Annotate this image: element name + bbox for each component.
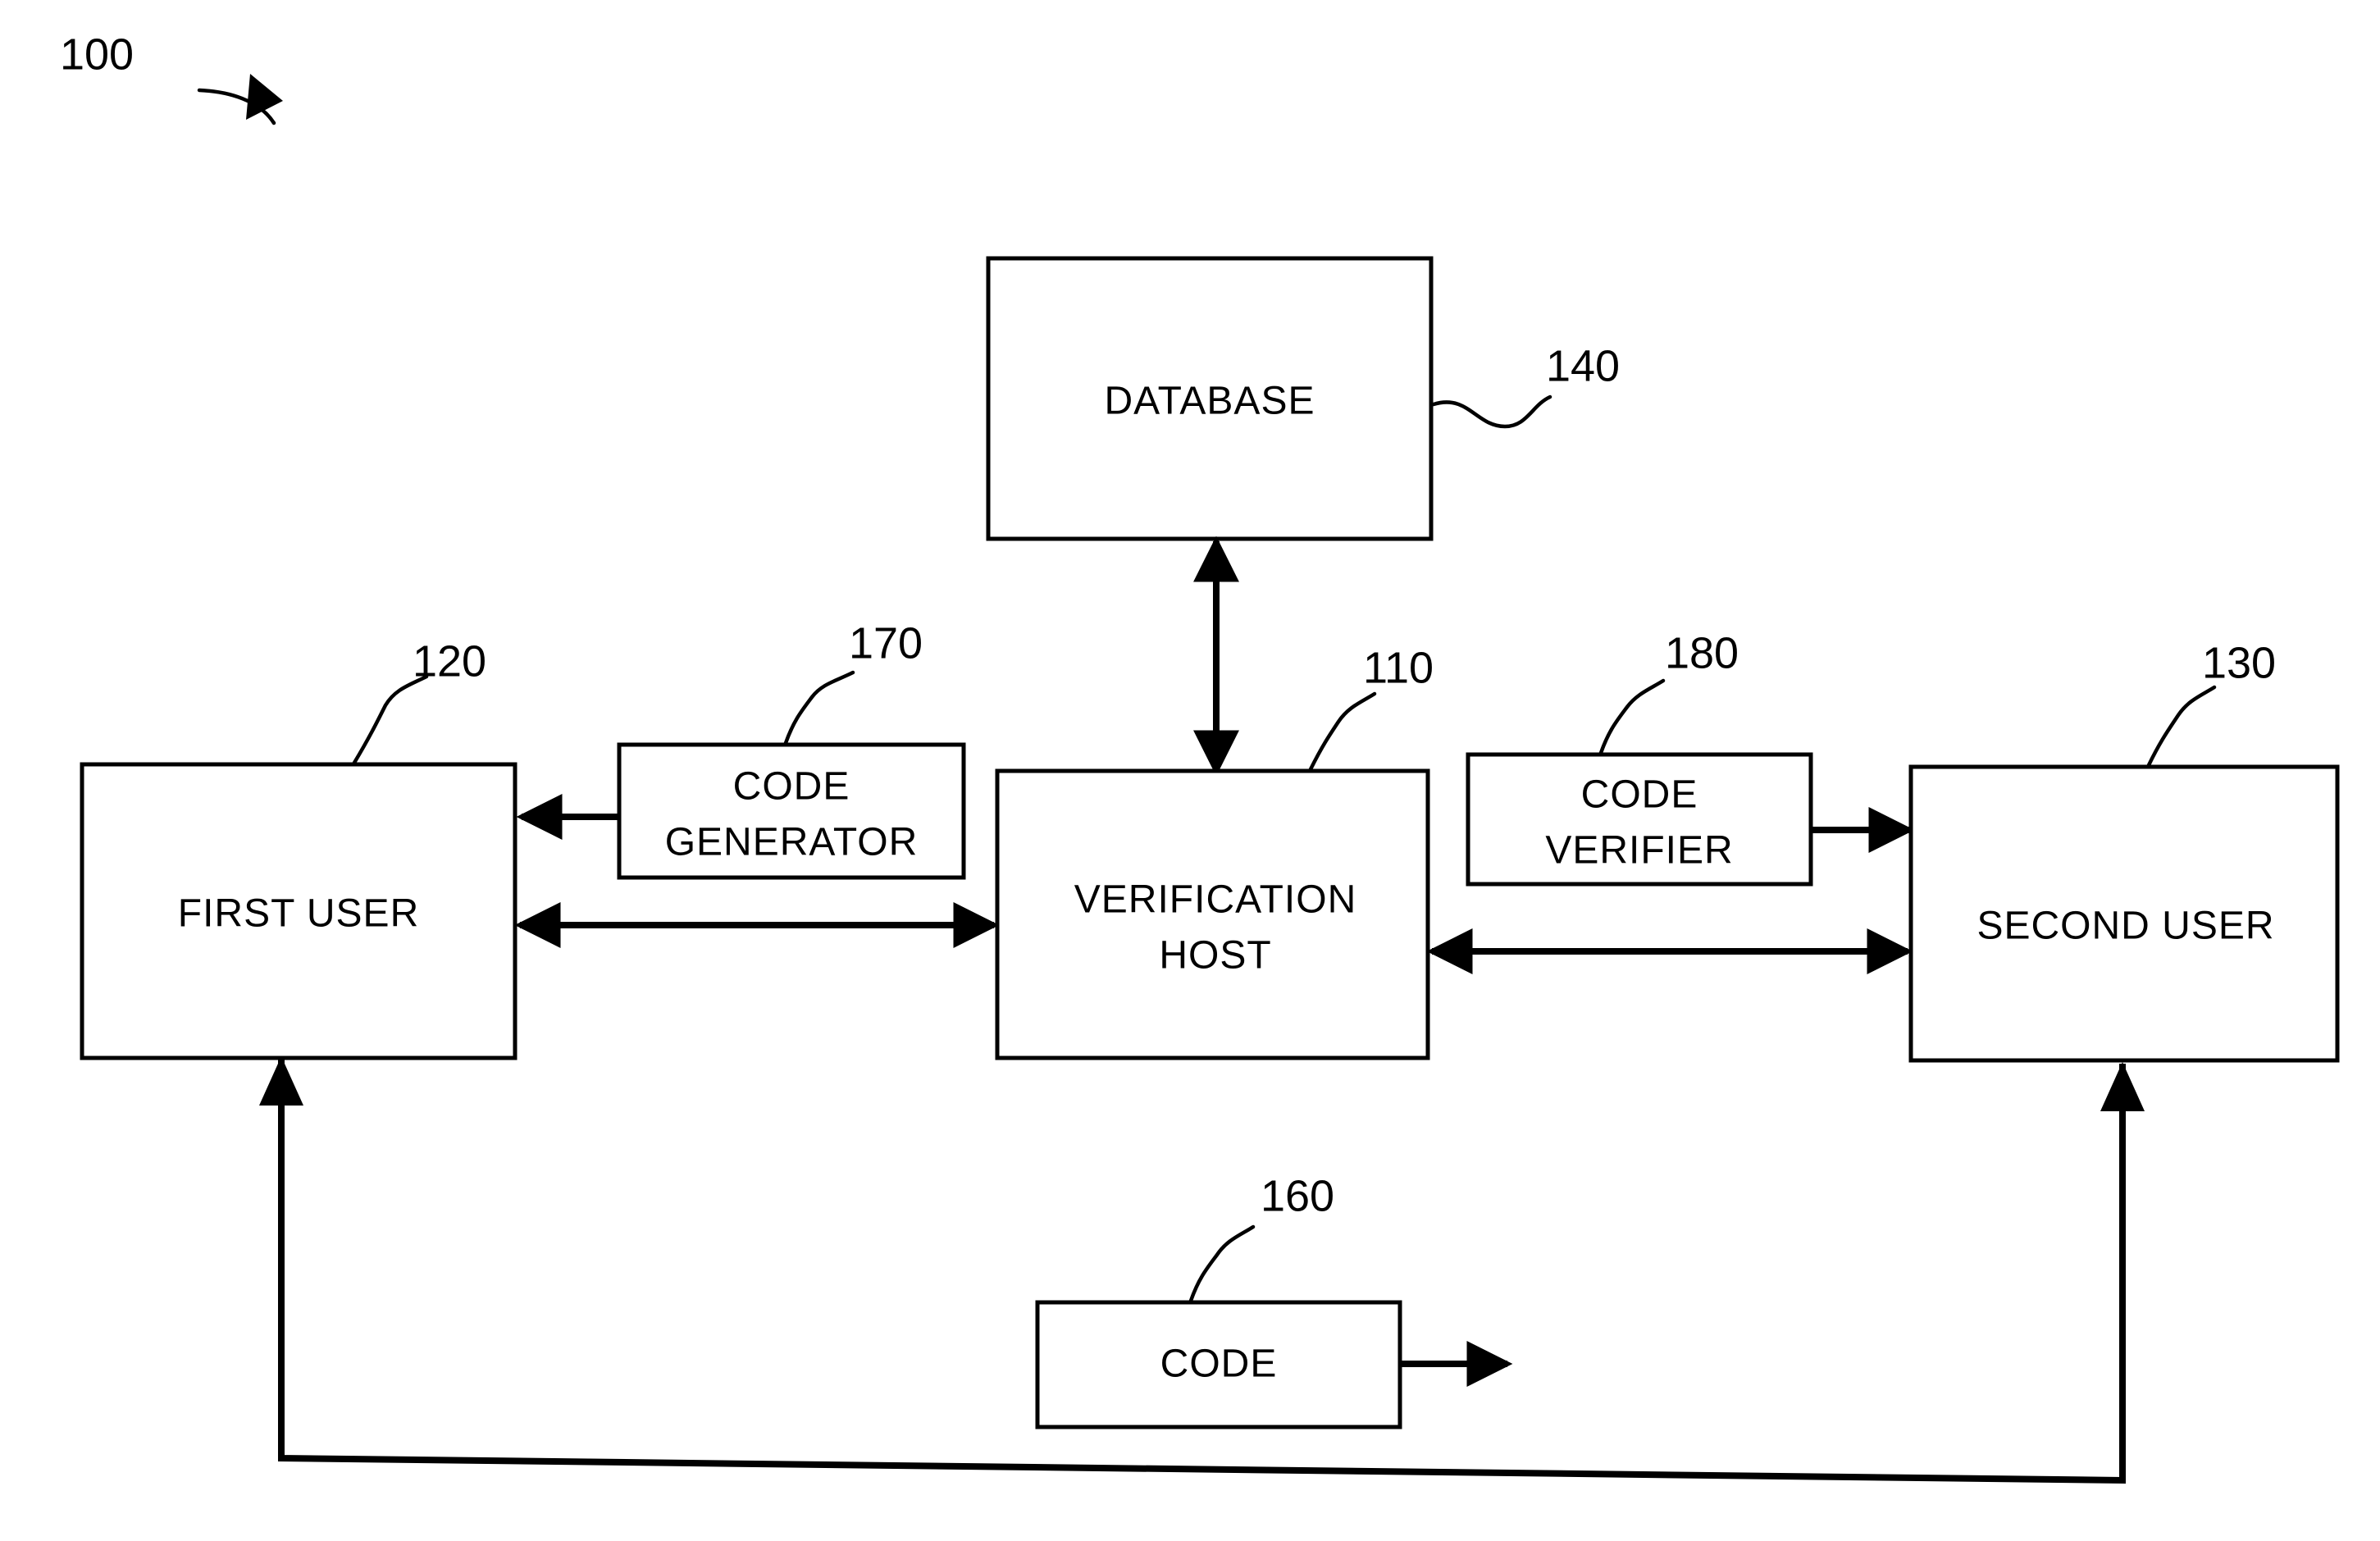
- reference-numeral-120: 120: [413, 636, 486, 686]
- lead-line-180: [1598, 678, 1666, 755]
- block-code-label: CODE: [1160, 1343, 1278, 1386]
- block-code-generator-label-line1: CODE: [733, 765, 850, 809]
- lead-line-120: [352, 674, 429, 765]
- reference-numeral-110: 110: [1363, 643, 1434, 692]
- block-code-generator-label-line2: GENERATOR: [665, 821, 919, 864]
- return-arrowhead-first-user: [259, 1056, 303, 1106]
- patent-figure-canvas: 100 DATABASE 140 FIRST USER 120 CODE GEN…: [0, 0, 2380, 1541]
- block-second-user-label: SECOND USER: [1976, 905, 2274, 948]
- block-diagram: 100 DATABASE 140 FIRST USER 120 CODE GEN…: [60, 30, 2340, 1484]
- reference-numeral-160: 160: [1261, 1171, 1334, 1220]
- block-code-verifier-label-line1: CODE: [1581, 773, 1698, 817]
- lead-line-160: [1188, 1224, 1256, 1303]
- block-code-verifier-label-line2: VERIFIER: [1545, 829, 1733, 873]
- reference-numeral-180: 180: [1665, 628, 1739, 677]
- lead-line-170: [783, 670, 855, 745]
- figure-reference-100: 100: [60, 30, 134, 79]
- block-verification-host-label-line2: HOST: [1159, 934, 1271, 978]
- lead-line-110: [1308, 691, 1377, 772]
- reference-numeral-130: 130: [2202, 638, 2276, 687]
- block-verification-host-label-line1: VERIFICATION: [1074, 878, 1356, 922]
- reference-numeral-170: 170: [849, 618, 923, 668]
- lead-line-130: [2146, 685, 2217, 768]
- block-database-label: DATABASE: [1105, 380, 1315, 423]
- block-first-user-label: FIRST USER: [178, 892, 419, 936]
- lead-line-140: [1431, 394, 1552, 429]
- reference-numeral-140: 140: [1546, 341, 1620, 390]
- return-arrowhead-second-user: [2100, 1062, 2145, 1111]
